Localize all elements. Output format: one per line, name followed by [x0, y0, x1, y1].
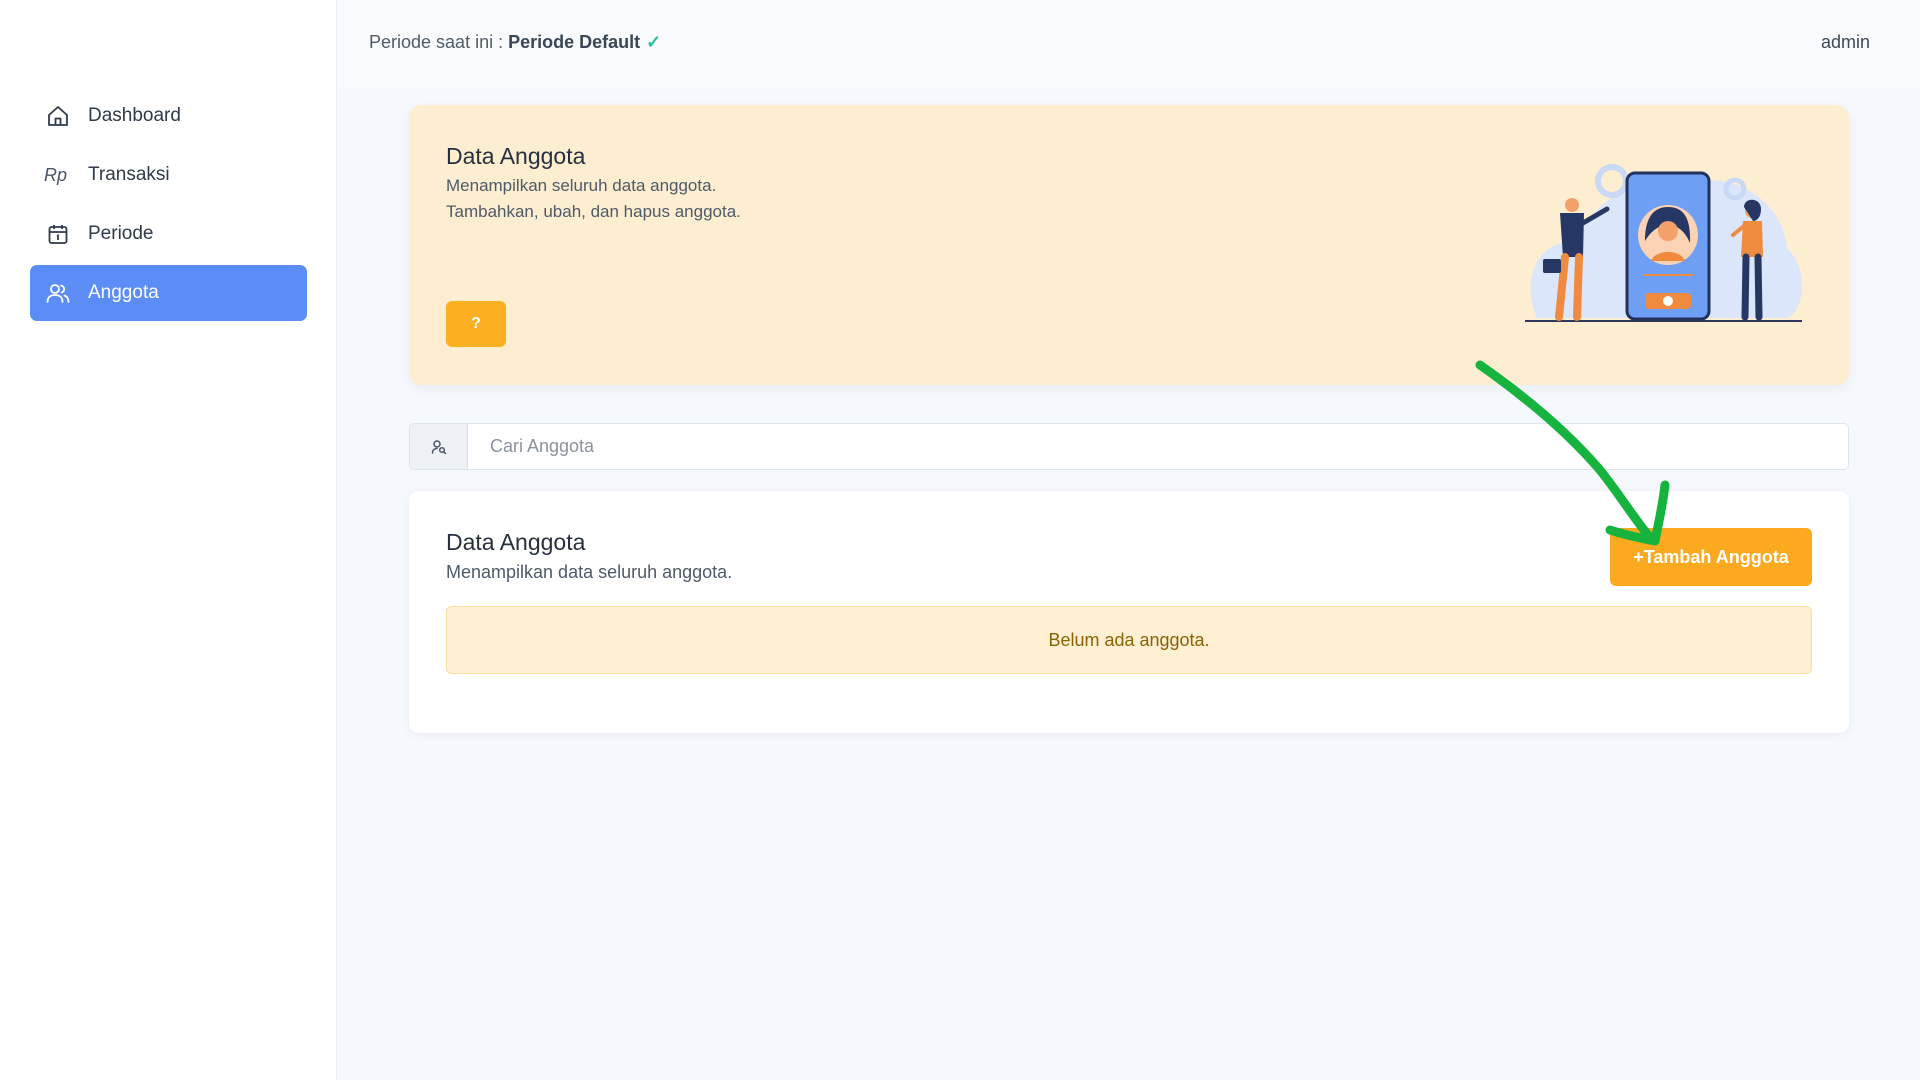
- rupiah-icon: Rp: [44, 164, 68, 185]
- empty-state-alert: Belum ada anggota.: [446, 606, 1812, 674]
- sidebar-item-periode[interactable]: Periode: [30, 206, 307, 262]
- sidebar-item-label: Periode: [88, 223, 154, 244]
- sidebar-item-label: Dashboard: [88, 105, 181, 126]
- sidebar-item-dashboard[interactable]: Dashboard: [30, 88, 307, 144]
- sidebar-item-transaksi[interactable]: Rp Transaksi: [30, 147, 307, 203]
- sidebar-item-label: Transaksi: [88, 164, 170, 185]
- user-menu[interactable]: admin: [1821, 32, 1870, 53]
- hero-title: Data Anggota: [446, 143, 586, 169]
- help-button[interactable]: ?: [446, 301, 506, 347]
- hero-subtitle: Menampilkan seluruh data anggota. Tambah…: [446, 173, 741, 225]
- period-name[interactable]: Periode Default: [508, 32, 640, 52]
- sidebar: Dashboard Rp Transaksi Periode Anggota: [0, 0, 337, 1080]
- users-icon: [44, 279, 72, 307]
- user-search-icon: [431, 439, 446, 454]
- sidebar-nav: Dashboard Rp Transaksi Periode Anggota: [30, 88, 307, 324]
- top-bar: Periode saat ini : Periode Default ✓ admi…: [337, 0, 1920, 88]
- hero-banner: Data Anggota Menampilkan seluruh data an…: [409, 105, 1849, 385]
- search-bar: [409, 423, 1849, 470]
- home-icon: [44, 102, 72, 130]
- hero-subtitle-line: Tambahkan, ubah, dan hapus anggota.: [446, 202, 741, 221]
- card-title: Data Anggota: [446, 529, 586, 555]
- people-illustration: [1525, 164, 1803, 322]
- search-addon: [410, 424, 468, 469]
- search-input[interactable]: [470, 424, 1840, 469]
- hero-subtitle-line: Menampilkan seluruh data anggota.: [446, 176, 717, 195]
- check-icon: ✓: [646, 32, 662, 52]
- current-period: Periode saat ini : Periode Default ✓: [369, 32, 661, 53]
- period-prefix: Periode saat ini :: [369, 32, 509, 52]
- add-member-button[interactable]: +Tambah Anggota: [1610, 528, 1812, 586]
- sidebar-item-anggota[interactable]: Anggota: [30, 265, 307, 321]
- sidebar-item-label: Anggota: [88, 282, 159, 303]
- members-card: Data Anggota Menampilkan data seluruh an…: [409, 491, 1849, 733]
- calendar-icon: [44, 220, 72, 248]
- card-subtitle: Menampilkan data seluruh anggota.: [446, 562, 733, 582]
